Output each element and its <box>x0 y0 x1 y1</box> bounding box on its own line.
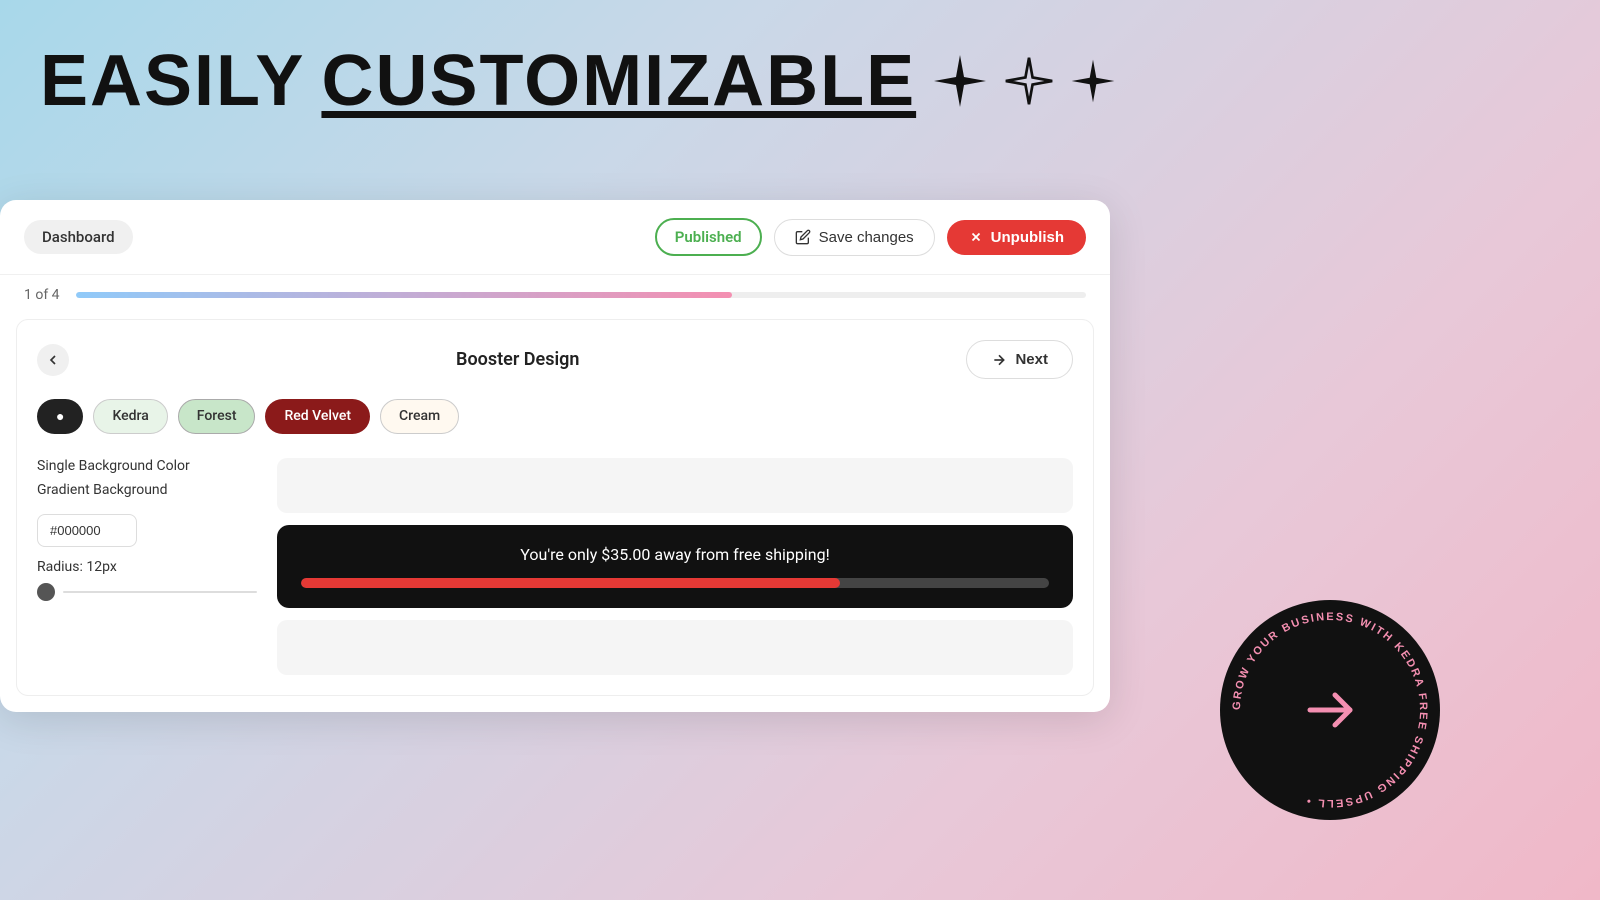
hero-title-part1: EASILY <box>40 40 305 122</box>
svg-text:GROW YOUR BUSINESS WITH KEDRA: GROW YOUR BUSINESS WITH KEDRA FREE SHIPP… <box>1231 611 1429 809</box>
hero-title-part2: CUSTOMIZABLE <box>321 40 916 122</box>
preview-bottom-placeholder <box>277 620 1073 675</box>
circular-badge: GROW YOUR BUSINESS WITH KEDRA FREE SHIPP… <box>1220 600 1440 820</box>
shipping-progress-fill <box>301 578 840 588</box>
main-panel: Dashboard Published Save changes Unpubli… <box>0 200 1110 712</box>
close-icon <box>969 230 983 244</box>
top-bar: Dashboard Published Save changes Unpubli… <box>0 200 1110 275</box>
theme-pill-kedra[interactable]: Kedra <box>93 399 167 434</box>
next-button[interactable]: Next <box>966 340 1073 379</box>
content-area: Single Background Color Gradient Backgro… <box>37 458 1073 675</box>
nav-left-btn[interactable] <box>37 344 69 376</box>
gradient-bg-label: Gradient Background <box>37 482 257 498</box>
arrow-right-icon <box>991 352 1007 368</box>
theme-pills: ● Kedra Forest Red Velvet Cream <box>37 399 1073 434</box>
hero-title: EASILY CUSTOMIZABLE <box>40 40 1116 122</box>
design-header: Booster Design Next <box>37 340 1073 379</box>
theme-pill-red-velvet[interactable]: Red Velvet <box>265 399 370 434</box>
right-panel: You're only $35.00 away from free shippi… <box>277 458 1073 675</box>
chevron-left-icon <box>45 352 61 368</box>
shipping-bar-preview: You're only $35.00 away from free shippi… <box>277 525 1073 608</box>
progress-bar <box>76 292 1086 298</box>
preview-top-placeholder <box>277 458 1073 513</box>
slider-thumb <box>37 583 55 601</box>
hex-color-input[interactable] <box>37 514 137 547</box>
star-icon-1 <box>932 53 988 109</box>
unpublish-label: Unpublish <box>991 229 1064 246</box>
shipping-progress-bar <box>301 578 1049 588</box>
single-bg-label: Single Background Color <box>37 458 257 474</box>
star-icon-2 <box>1004 56 1054 106</box>
dashboard-tab[interactable]: Dashboard <box>24 220 133 254</box>
theme-pill-dark[interactable]: ● <box>37 399 83 434</box>
shipping-message: You're only $35.00 away from free shippi… <box>301 545 1049 564</box>
step-label: 1 of 4 <box>24 287 60 303</box>
published-badge: Published <box>655 218 762 256</box>
design-title: Booster Design <box>456 349 579 370</box>
radius-label: Radius: 12px <box>37 559 257 575</box>
design-section: Booster Design Next ● Kedra Forest Red V… <box>16 319 1094 696</box>
circular-text-svg: GROW YOUR BUSINESS WITH KEDRA FREE SHIPP… <box>1220 600 1440 820</box>
progress-fill <box>76 292 733 298</box>
save-changes-label: Save changes <box>819 229 914 246</box>
top-bar-actions: Published Save changes Unpublish <box>655 218 1086 256</box>
left-panel: Single Background Color Gradient Backgro… <box>37 458 257 675</box>
progress-area: 1 of 4 <box>0 275 1110 303</box>
theme-pill-forest[interactable]: Forest <box>178 399 256 434</box>
edit-icon <box>795 229 811 245</box>
unpublish-button[interactable]: Unpublish <box>947 220 1086 255</box>
slider-track <box>63 591 257 593</box>
theme-pill-cream[interactable]: Cream <box>380 399 459 434</box>
radius-slider[interactable] <box>37 583 257 601</box>
save-changes-button[interactable]: Save changes <box>774 219 935 256</box>
star-icon-3 <box>1070 58 1116 104</box>
circle-outer: GROW YOUR BUSINESS WITH KEDRA FREE SHIPP… <box>1220 600 1440 820</box>
next-label: Next <box>1015 351 1048 368</box>
